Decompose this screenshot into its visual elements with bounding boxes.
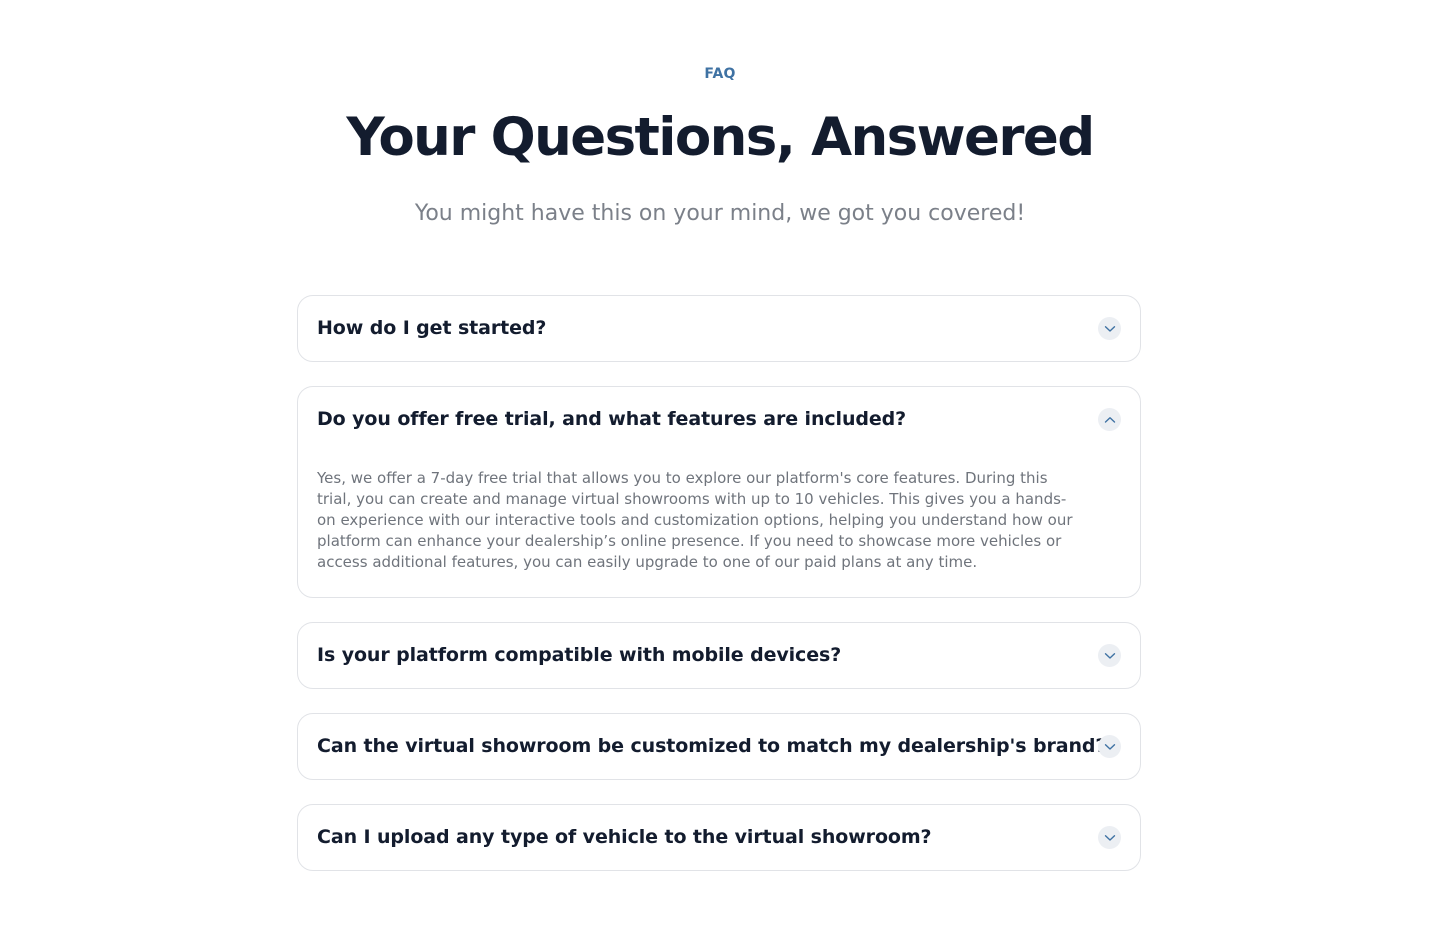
faq-toggle-button[interactable] — [1098, 317, 1121, 340]
page-title: Your Questions, Answered — [346, 107, 1095, 168]
chevron-up-icon — [1104, 416, 1115, 423]
faq-item-vehicle-upload[interactable]: Can I upload any type of vehicle to the … — [297, 804, 1141, 871]
chevron-down-icon — [1104, 652, 1115, 659]
section-eyebrow: FAQ — [704, 66, 736, 82]
faq-page: FAQ Your Questions, Answered You might h… — [0, 0, 1440, 935]
faq-question[interactable]: How do I get started? — [317, 296, 546, 360]
faq-toggle-button[interactable] — [1098, 826, 1121, 849]
faq-toggle-button[interactable] — [1098, 735, 1121, 758]
faq-toggle-button[interactable] — [1098, 644, 1121, 667]
faq-question[interactable]: Can I upload any type of vehicle to the … — [317, 805, 932, 869]
chevron-down-icon — [1104, 834, 1115, 841]
faq-question[interactable]: Is your platform compatible with mobile … — [317, 623, 841, 687]
faq-answer: Yes, we offer a 7-day free trial that al… — [317, 469, 1073, 571]
chevron-down-icon — [1104, 325, 1115, 332]
faq-toggle-button[interactable] — [1098, 408, 1121, 431]
faq-question[interactable]: Can the virtual showroom be customized t… — [317, 714, 1106, 778]
faq-item-get-started[interactable]: How do I get started? — [297, 295, 1141, 362]
faq-item-mobile[interactable]: Is your platform compatible with mobile … — [297, 622, 1141, 689]
faq-item-branding[interactable]: Can the virtual showroom be customized t… — [297, 713, 1141, 780]
chevron-down-icon — [1104, 743, 1115, 750]
faq-question[interactable]: Do you offer free trial, and what featur… — [317, 387, 906, 451]
faq-item-free-trial[interactable]: Do you offer free trial, and what featur… — [297, 386, 1141, 598]
page-subtitle: You might have this on your mind, we got… — [414, 201, 1026, 226]
